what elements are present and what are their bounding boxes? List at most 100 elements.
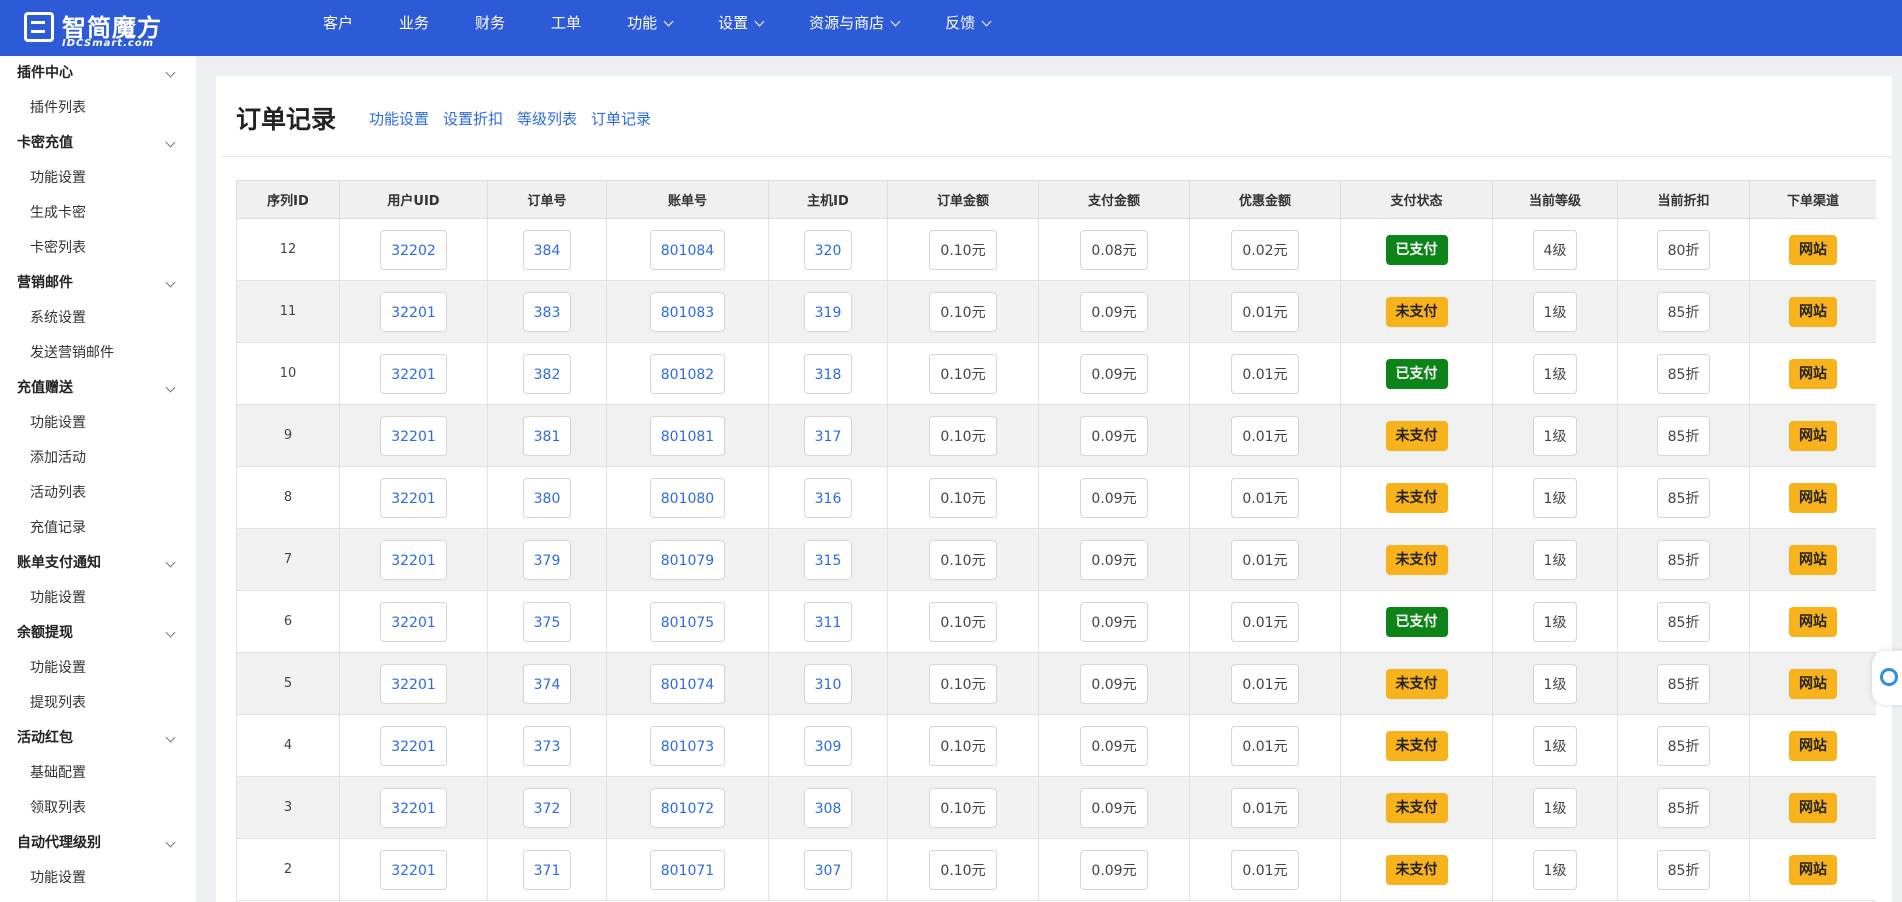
nav-item-1[interactable]: 业务: [399, 0, 429, 46]
chevron-down-icon: [165, 732, 176, 743]
sidebar-item[interactable]: 系统设置: [0, 301, 196, 336]
host-link[interactable]: 318: [803, 353, 853, 394]
host-link[interactable]: 317: [803, 415, 853, 456]
row-id: 6: [283, 614, 293, 629]
sidebar-item[interactable]: 基础配置: [0, 756, 196, 791]
order-link[interactable]: 384: [522, 229, 572, 270]
host-link[interactable]: 307: [803, 849, 853, 890]
nav-item-2[interactable]: 财务: [475, 0, 505, 46]
sidebar-group[interactable]: 活动红包: [0, 721, 196, 756]
sidebar-item[interactable]: 充值记录: [0, 511, 196, 546]
order-link[interactable]: 383: [522, 291, 572, 332]
host-link[interactable]: 309: [803, 725, 853, 766]
nav-item-7[interactable]: 反馈: [945, 0, 992, 46]
sidebar-group-label: 营销邮件: [17, 275, 73, 291]
bill-link[interactable]: 801071: [649, 849, 726, 890]
rate-value: 85折: [1656, 725, 1711, 766]
uid-link[interactable]: 32201: [380, 539, 447, 580]
sidebar-item[interactable]: 功能设置: [0, 406, 196, 441]
uid-link[interactable]: 32201: [380, 291, 447, 332]
uid-link[interactable]: 32202: [380, 229, 447, 270]
floating-help-button[interactable]: [1872, 651, 1902, 705]
sidebar-item[interactable]: 功能设置: [0, 161, 196, 196]
host-link[interactable]: 310: [803, 663, 853, 704]
amount-value: 0.10元: [929, 601, 997, 642]
uid-link[interactable]: 32201: [380, 663, 447, 704]
nav-item-6[interactable]: 资源与商店: [809, 0, 901, 46]
tab-link[interactable]: 订单记录: [591, 108, 651, 129]
sidebar-item[interactable]: 生成卡密: [0, 196, 196, 231]
tab-link[interactable]: 设置折扣: [443, 108, 503, 129]
sidebar-item[interactable]: 添加活动: [0, 441, 196, 476]
sidebar-item[interactable]: 功能设置: [0, 861, 196, 896]
order-link[interactable]: 381: [522, 415, 572, 456]
page-scrollbar[interactable]: [1892, 56, 1902, 902]
sidebar-item[interactable]: 发送营销邮件: [0, 336, 196, 371]
order-link[interactable]: 373: [522, 725, 572, 766]
bill-link[interactable]: 801075: [649, 601, 726, 642]
page-tabs: 功能设置 设置折扣 等级列表 订单记录: [369, 108, 651, 129]
sidebar-item[interactable]: 功能设置: [0, 581, 196, 616]
order-link[interactable]: 374: [522, 663, 572, 704]
order-link[interactable]: 380: [522, 477, 572, 518]
host-link[interactable]: 315: [803, 539, 853, 580]
sidebar-group[interactable]: 插件中心: [0, 56, 196, 91]
bill-link[interactable]: 801079: [649, 539, 726, 580]
cell-paid: 0.09元: [1038, 652, 1190, 715]
sidebar-item[interactable]: 领取列表: [0, 791, 196, 826]
uid-link[interactable]: 32201: [380, 477, 447, 518]
bill-link[interactable]: 801080: [649, 477, 726, 518]
paid-value: 0.09元: [1080, 477, 1148, 518]
sidebar-group[interactable]: 余额提现: [0, 616, 196, 651]
bill-link[interactable]: 801074: [649, 663, 726, 704]
bill-link[interactable]: 801083: [649, 291, 726, 332]
sidebar-item[interactable]: 提现列表: [0, 686, 196, 721]
order-link[interactable]: 375: [522, 601, 572, 642]
chevron-down-icon: [981, 16, 992, 26]
sidebar-item[interactable]: 功能设置: [0, 651, 196, 686]
uid-link[interactable]: 32201: [380, 725, 447, 766]
uid-link[interactable]: 32201: [380, 849, 447, 890]
bill-link[interactable]: 801081: [649, 415, 726, 456]
status-badge: 未支付: [1385, 668, 1448, 699]
sidebar-item[interactable]: 活动列表: [0, 476, 196, 511]
order-link[interactable]: 382: [522, 353, 572, 394]
table-row: 8 32201 380 801080 316 0.10元 0.09元 0.01元 未支付 1级 85…: [236, 466, 1876, 529]
nav-item-3[interactable]: 工单: [551, 0, 581, 46]
sidebar-item[interactable]: 卡密列表: [0, 231, 196, 266]
host-link[interactable]: 319: [803, 291, 853, 332]
nav-item-5[interactable]: 设置: [718, 0, 765, 46]
bill-link[interactable]: 801073: [649, 725, 726, 766]
sidebar-group[interactable]: 充值赠送: [0, 371, 196, 406]
uid-link[interactable]: 32201: [380, 415, 447, 456]
brand-logo[interactable]: 智简魔方 IDCSmart.com: [24, 8, 174, 49]
sidebar-item[interactable]: 插件列表: [0, 91, 196, 126]
amount-value: 0.10元: [929, 849, 997, 890]
tab-link[interactable]: 功能设置: [369, 108, 429, 129]
nav-label: 功能: [627, 14, 658, 32]
row-id: 10: [279, 366, 297, 381]
sidebar-group[interactable]: 账单支付通知: [0, 546, 196, 581]
bill-link[interactable]: 801082: [649, 353, 726, 394]
host-link[interactable]: 311: [803, 601, 853, 642]
uid-link[interactable]: 32201: [380, 601, 447, 642]
uid-link[interactable]: 32201: [380, 353, 447, 394]
discount-value: 0.01元: [1231, 787, 1299, 828]
nav-label: 资源与商店: [809, 14, 885, 32]
cell-channel: 网站: [1749, 714, 1876, 777]
host-link[interactable]: 320: [803, 229, 853, 270]
order-link[interactable]: 372: [522, 787, 572, 828]
order-link[interactable]: 371: [522, 849, 572, 890]
uid-link[interactable]: 32201: [380, 787, 447, 828]
bill-link[interactable]: 801084: [649, 229, 726, 270]
sidebar-group[interactable]: 自动代理级别: [0, 826, 196, 861]
bill-link[interactable]: 801072: [649, 787, 726, 828]
sidebar-group[interactable]: 营销邮件: [0, 266, 196, 301]
nav-item-4[interactable]: 功能: [627, 0, 674, 46]
order-link[interactable]: 379: [522, 539, 572, 580]
sidebar-group[interactable]: 卡密充值: [0, 126, 196, 161]
nav-item-0[interactable]: 客户: [323, 0, 353, 46]
host-link[interactable]: 308: [803, 787, 853, 828]
host-link[interactable]: 316: [803, 477, 853, 518]
tab-link[interactable]: 等级列表: [517, 108, 577, 129]
